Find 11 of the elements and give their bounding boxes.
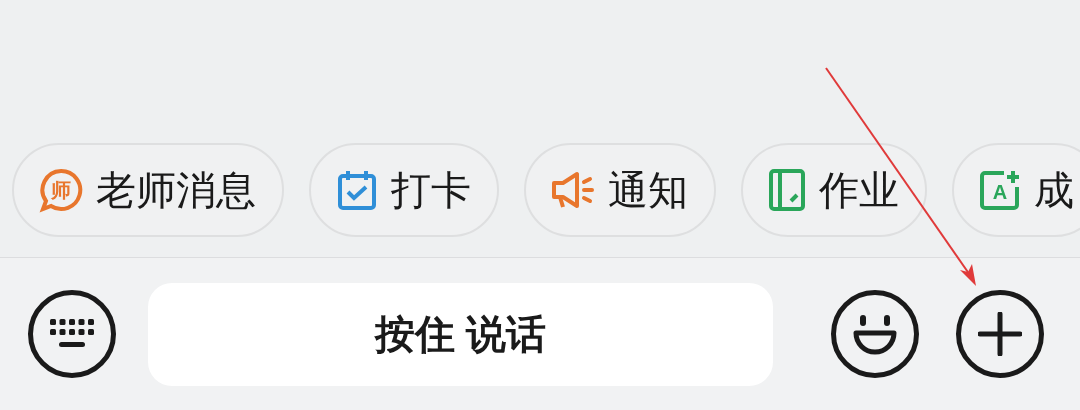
quick-action-chip[interactable]: 作业 (741, 143, 927, 237)
speech-bubble-icon: 师 (38, 167, 84, 213)
keyboard-button[interactable] (28, 290, 116, 378)
emoji-button[interactable] (831, 290, 919, 378)
quick-action-chip[interactable]: 通知 (524, 143, 716, 237)
plus-icon (978, 312, 1022, 356)
hold-to-talk-button[interactable]: 按住 说话 (148, 282, 773, 386)
quick-action-chip[interactable]: 打卡 (309, 143, 499, 237)
quick-action-chip[interactable]: A 成 (952, 143, 1080, 237)
add-button[interactable] (956, 290, 1044, 378)
quick-action-chip[interactable]: 师 老师消息 (12, 143, 284, 237)
